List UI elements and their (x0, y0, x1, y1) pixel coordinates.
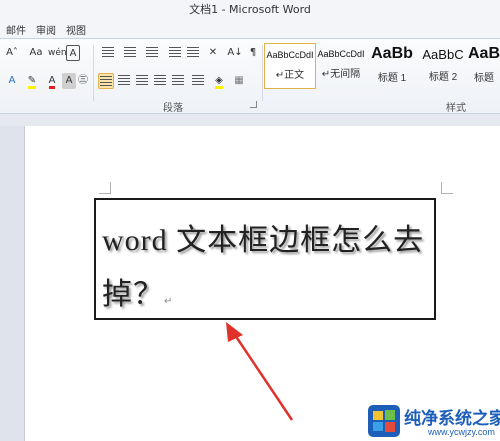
distribute-button[interactable] (170, 73, 186, 89)
char-shading-icon: A (65, 75, 73, 86)
char-shading-button[interactable]: A (62, 73, 76, 89)
align-right-icon (136, 75, 148, 85)
ribbon: A˄ Aa wén A A ✎ A A ㊂ ✕ A↓ ¶ ◈ ▦ 段落 AaBb… (0, 38, 500, 114)
ribbon-tab-bar: 邮件 审阅 视图 (0, 20, 500, 38)
style-name: 标题 1 (377, 73, 407, 84)
paragraph-group-label: 段落 (163, 103, 183, 114)
decrease-indent-icon (169, 47, 181, 57)
increase-indent-button[interactable] (184, 45, 202, 61)
pilcrow-icon: ¶ (249, 47, 257, 58)
text-box-content[interactable]: word 文本框边框怎么去掉？↵ (102, 214, 432, 329)
paragraph-mark: ↵ (164, 296, 174, 307)
multilevel-list-button[interactable] (142, 45, 162, 61)
sort-button[interactable]: A↓ (226, 45, 244, 61)
numbering-icon (124, 47, 136, 57)
align-left-button[interactable] (98, 73, 114, 89)
text-box-text: word 文本框边框怎么去掉？ (102, 224, 425, 311)
show-marks-button[interactable]: ¶ (246, 45, 260, 61)
ribbon-separator (262, 45, 263, 101)
chinese-layout-icon: ✕ (208, 47, 218, 58)
style-name: ↵正文 (275, 70, 305, 81)
ribbon-separator (93, 45, 94, 101)
crop-mark-top-left (99, 182, 111, 194)
watermark-url: www.ycwjzy.com (428, 427, 495, 437)
justify-button[interactable] (152, 73, 168, 89)
font-color-icon: A (48, 75, 56, 89)
numbering-button[interactable] (120, 45, 140, 61)
watermark: 纯净系统之家 www.ycwjzy.com (368, 403, 500, 439)
crop-mark-top-right (441, 182, 453, 194)
borders-button[interactable]: ▦ (230, 73, 248, 89)
multilevel-list-icon (146, 47, 158, 57)
distribute-icon (172, 75, 184, 85)
text-effect-button[interactable]: A (2, 73, 22, 89)
tab-mailings[interactable]: 邮件 (6, 22, 26, 37)
tab-review[interactable]: 审阅 (36, 22, 56, 37)
shading-button[interactable]: ◈ (210, 73, 228, 89)
style-title[interactable]: AaBb 标题 (468, 43, 500, 89)
align-center-button[interactable] (116, 73, 132, 89)
paint-bucket-icon: ◈ (215, 75, 223, 89)
change-case-button[interactable]: Aa (26, 45, 46, 61)
bullets-button[interactable] (98, 45, 118, 61)
char-border-button[interactable]: A (66, 45, 80, 61)
align-center-icon (118, 75, 130, 85)
window-title: 文档1 - Microsoft Word (189, 3, 311, 16)
style-name: 标题 2 (428, 72, 458, 83)
chinese-layout-button[interactable]: ✕ (204, 45, 222, 61)
style-name: ↵无间隔 (321, 69, 361, 80)
text-box[interactable]: word 文本框边框怎么去掉？↵ (94, 198, 436, 320)
style-sample: AaBbC (422, 47, 464, 62)
line-spacing-icon (192, 75, 204, 85)
increase-indent-icon (187, 47, 199, 57)
style-name: 标题 (474, 73, 494, 84)
style-no-spacing[interactable]: AaBbCcDdI ↵无间隔 (315, 43, 367, 89)
grow-font-button[interactable]: A˄ (2, 45, 22, 61)
ruler-area (0, 114, 500, 126)
decrease-indent-button[interactable] (166, 45, 184, 61)
style-sample: AaBbCcDdI (266, 50, 314, 60)
style-sample: AaBb (371, 45, 413, 62)
style-sample: AaBbCcDdI (317, 49, 365, 59)
align-right-button[interactable] (134, 73, 150, 89)
borders-icon: ▦ (234, 75, 244, 86)
style-heading-2[interactable]: AaBbC 标题 2 (417, 43, 469, 89)
align-left-icon (100, 76, 112, 86)
style-sample: AaBb (468, 45, 500, 62)
bullets-icon (102, 47, 114, 57)
line-spacing-button[interactable] (190, 73, 206, 89)
sort-icon: A↓ (227, 47, 243, 58)
highlighter-icon: ✎ (27, 75, 37, 89)
style-normal[interactable]: AaBbCcDdI ↵正文 (264, 43, 316, 89)
title-bar: 文档1 - Microsoft Word (0, 0, 500, 20)
styles-group-label: 样式 (446, 103, 466, 114)
enclose-char-icon: ㊂ (78, 75, 88, 86)
enclose-char-button[interactable]: ㊂ (76, 73, 90, 89)
windows-logo-icon (368, 405, 400, 437)
watermark-title: 纯净系统之家 (404, 409, 500, 429)
text-effect-icon: A (8, 75, 16, 86)
style-heading-1[interactable]: AaBb 标题 1 (366, 43, 418, 89)
justify-icon (154, 75, 166, 85)
highlight-button[interactable]: ✎ (22, 73, 42, 89)
paragraph-dialog-launcher[interactable] (250, 101, 257, 108)
font-color-button[interactable]: A (42, 73, 62, 89)
phonetic-guide-button[interactable]: wén (48, 45, 67, 61)
tab-view[interactable]: 视图 (66, 22, 86, 37)
